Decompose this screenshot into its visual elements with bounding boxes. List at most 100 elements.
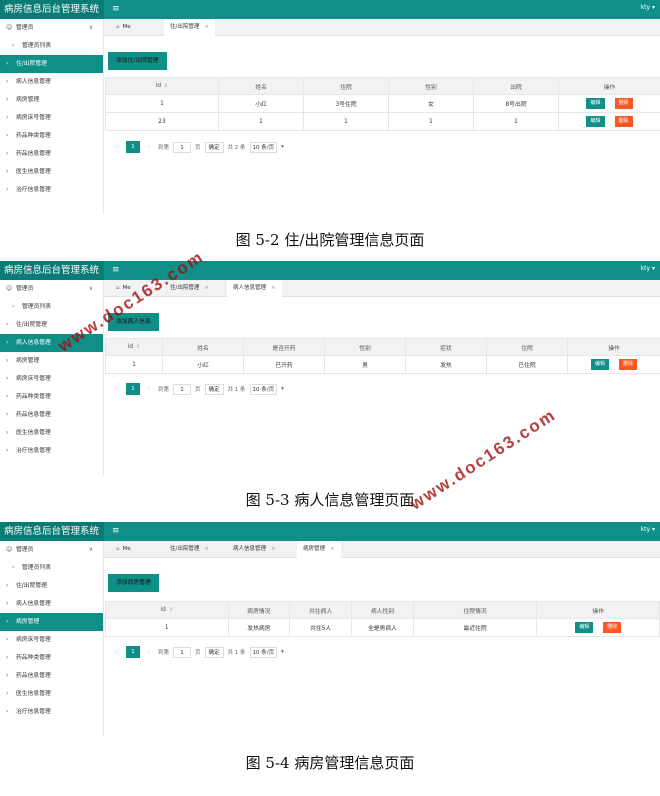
close-icon[interactable]: × <box>271 285 276 291</box>
delete-button[interactable]: 删除 <box>614 98 633 109</box>
sort-icon[interactable]: ⇕ <box>169 607 173 613</box>
delete-button[interactable]: 删除 <box>619 359 638 370</box>
total-count: 共 2 条 <box>227 145 246 151</box>
confirm-button[interactable]: 确定 <box>204 141 224 153</box>
page-input[interactable]: 1 <box>173 383 192 395</box>
page-input[interactable]: 1 <box>173 646 192 658</box>
sidebar-item[interactable]: › 管理员列表 <box>0 37 103 55</box>
next-page-icon[interactable]: › <box>144 386 154 392</box>
sidebar-item-label: 药品种类管理 <box>16 394 51 400</box>
sidebar-item[interactable]: › 药品信息管理 <box>0 145 103 163</box>
sidebar-item[interactable]: › 病人信息管理 <box>0 595 103 613</box>
close-icon[interactable]: × <box>204 285 209 291</box>
sidebar-item[interactable]: › 病房管理 <box>0 613 103 631</box>
home-icon: ⌂ <box>116 285 120 291</box>
close-icon[interactable]: × <box>204 24 209 30</box>
tab-item[interactable]: 住/出院管理 × <box>164 541 215 558</box>
page-input[interactable]: 1 <box>173 141 192 153</box>
tab-item[interactable]: 住/出院管理 × <box>164 19 215 36</box>
column-header[interactable]: id ⇕ <box>105 601 229 619</box>
table-cell: 男 <box>324 355 406 374</box>
sidebar-item[interactable]: › 管理员列表 <box>0 298 103 316</box>
edit-button[interactable]: 编辑 <box>586 116 605 127</box>
user-menu[interactable]: kty ▾ <box>641 3 655 13</box>
column-header-label: 操作 <box>608 345 620 352</box>
delete-button[interactable]: 删除 <box>603 622 622 633</box>
tab-item[interactable]: 病人信息管理 × <box>227 541 282 558</box>
sidebar-item[interactable]: › 医生信息管理 <box>0 424 103 442</box>
sort-icon[interactable]: ⇕ <box>136 344 140 350</box>
sidebar-item-label: 医生信息管理 <box>16 169 51 175</box>
sidebar-item[interactable]: › 病房床号管理 <box>0 631 103 649</box>
tab-item[interactable]: ⌂ Me <box>110 541 137 558</box>
tab-item[interactable]: 病房管理 × <box>297 541 341 558</box>
delete-button[interactable]: 删除 <box>614 116 633 127</box>
add-button[interactable]: 添加住/出院管理 <box>108 52 167 70</box>
sidebar-item[interactable]: › 管理员列表 <box>0 559 103 577</box>
table-cell: 1 <box>303 112 389 131</box>
sidebar-item[interactable]: › 病房管理 <box>0 352 103 370</box>
tab-item[interactable]: ⌂ Me <box>110 19 137 36</box>
app-title: 病房信息后台管理系统 <box>0 522 104 541</box>
menu-toggle-icon[interactable]: ≡ <box>112 264 120 276</box>
confirm-button[interactable]: 确定 <box>204 646 224 658</box>
figure-caption: 图 5-2 住/出院管理信息页面 <box>235 231 425 249</box>
page-size-select[interactable]: 10 条/页 <box>249 141 278 153</box>
user-menu[interactable]: kty ▾ <box>641 264 655 274</box>
sidebar-item[interactable]: › 住/出院管理 <box>0 55 103 73</box>
sidebar-item[interactable]: › 医生信息管理 <box>0 685 103 703</box>
menu-toggle-icon[interactable]: ≡ <box>112 525 120 537</box>
add-button[interactable]: 添加病房管理 <box>108 574 159 592</box>
sidebar-item[interactable]: ☺ 管理员 ∨ <box>0 280 103 298</box>
sidebar-item[interactable]: › 病房床号管理 <box>0 370 103 388</box>
chevron-down-icon: ∨ <box>88 24 93 31</box>
table-cell: 发热 <box>405 355 487 374</box>
sidebar-item[interactable]: ☺ 管理员 ∨ <box>0 541 103 559</box>
page-number[interactable]: 1 <box>126 646 140 658</box>
page-number[interactable]: 1 <box>126 383 140 395</box>
sidebar-item[interactable]: › 药品种类管理 <box>0 127 103 145</box>
sidebar-item-label: 管理员 <box>16 547 34 553</box>
close-icon[interactable]: × <box>204 546 209 552</box>
close-icon[interactable]: × <box>330 546 335 552</box>
chevron-right-icon: › <box>6 321 9 328</box>
prev-page-icon[interactable]: ‹ <box>112 144 122 150</box>
column-header[interactable]: id ⇕ <box>105 77 219 95</box>
sidebar-item[interactable]: ☺ 管理员 ∨ <box>0 19 103 37</box>
prev-page-icon[interactable]: ‹ <box>112 386 122 392</box>
menu-toggle-icon[interactable]: ≡ <box>112 3 120 15</box>
column-header-label: id <box>160 607 166 613</box>
page-size-select[interactable]: 10 条/页 <box>249 646 278 658</box>
column-header[interactable]: id ⇕ <box>105 338 163 356</box>
page-unit-label: 页 <box>195 650 201 656</box>
sidebar-item[interactable]: › 药品种类管理 <box>0 649 103 667</box>
app-title: 病房信息后台管理系统 <box>0 261 104 280</box>
tab-item[interactable]: 病人信息管理 × <box>227 280 282 297</box>
sidebar-item[interactable]: › 药品种类管理 <box>0 388 103 406</box>
sidebar-item[interactable]: › 治疗信息管理 <box>0 442 103 460</box>
sidebar-item[interactable]: › 治疗信息管理 <box>0 703 103 721</box>
sidebar-item[interactable]: › 药品信息管理 <box>0 406 103 424</box>
sidebar-item[interactable]: › 治疗信息管理 <box>0 181 103 199</box>
sort-icon[interactable]: ⇕ <box>164 83 168 89</box>
next-page-icon[interactable]: › <box>144 649 154 655</box>
sidebar-item[interactable]: › 病人信息管理 <box>0 73 103 91</box>
edit-button[interactable]: 编辑 <box>586 98 605 109</box>
tab-bar: ⌂ Me 住/出院管理 × 病人信息管理 × <box>104 280 660 297</box>
sidebar-item[interactable]: › 病房床号管理 <box>0 109 103 127</box>
close-icon[interactable]: × <box>271 546 276 552</box>
edit-button[interactable]: 编辑 <box>575 622 594 633</box>
sidebar-item[interactable]: › 医生信息管理 <box>0 163 103 181</box>
sidebar-item[interactable]: › 病房管理 <box>0 91 103 109</box>
column-header-label: 住院 <box>340 84 352 91</box>
chevron-right-icon: › <box>6 339 9 346</box>
sidebar-item[interactable]: › 药品信息管理 <box>0 667 103 685</box>
confirm-button[interactable]: 确定 <box>204 383 224 395</box>
next-page-icon[interactable]: › <box>144 144 154 150</box>
page-size-select[interactable]: 10 条/页 <box>249 383 278 395</box>
prev-page-icon[interactable]: ‹ <box>112 649 122 655</box>
sidebar-item[interactable]: › 住/出院管理 <box>0 577 103 595</box>
page-number[interactable]: 1 <box>126 141 140 153</box>
user-menu[interactable]: kty ▾ <box>641 525 655 535</box>
edit-button[interactable]: 编辑 <box>590 359 609 370</box>
